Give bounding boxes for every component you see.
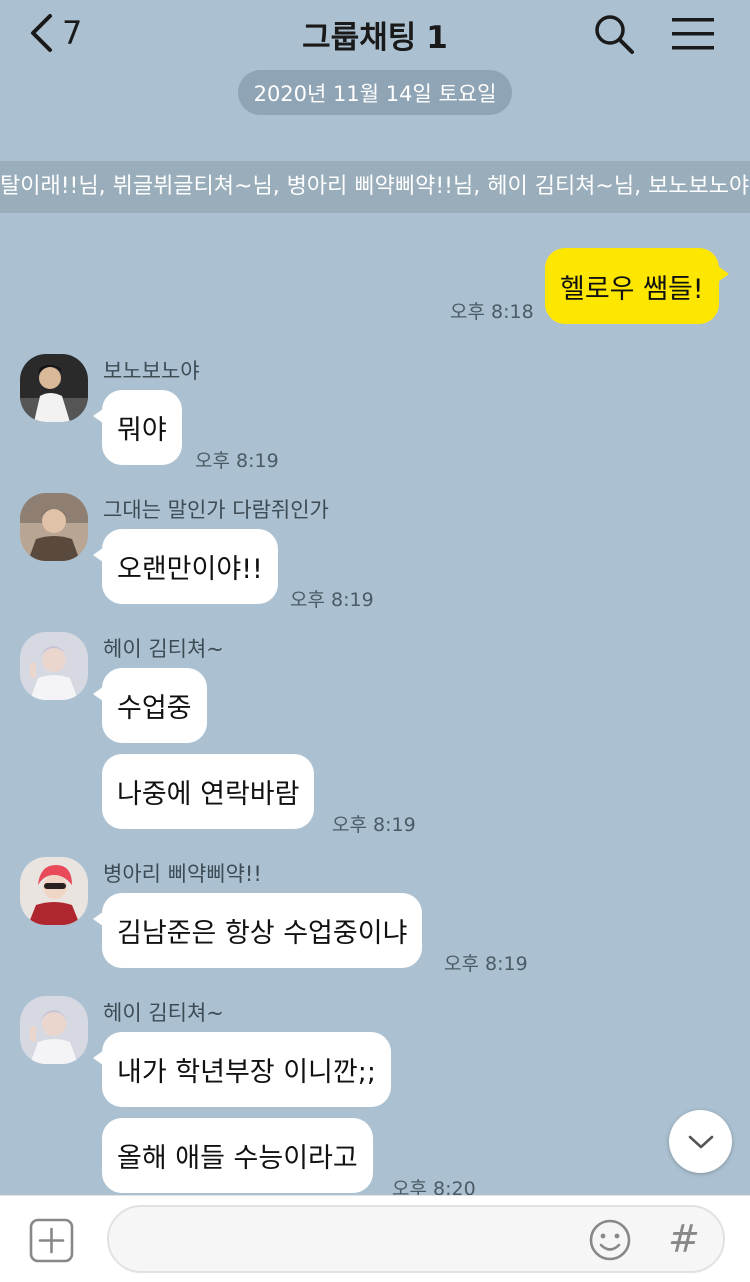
sender-name: 헤이 김티쳐~ bbox=[103, 1001, 224, 1025]
avatar[interactable] bbox=[20, 632, 88, 700]
message-bubble[interactable]: 뭐야 bbox=[93, 390, 182, 465]
chevron-down-icon bbox=[688, 1135, 713, 1148]
avatar[interactable] bbox=[20, 493, 88, 561]
my-message-bubble[interactable]: 헬로우 쌤들! bbox=[545, 248, 729, 324]
back-button[interactable]: 7 bbox=[28, 10, 98, 56]
unread-chats-count: 7 bbox=[62, 14, 83, 52]
chat-title: 그룹채팅 1 bbox=[0, 12, 750, 57]
message-input[interactable] bbox=[107, 1205, 725, 1273]
message-bubble[interactable]: 나중에 연락바람 bbox=[102, 754, 315, 829]
sender-name: 보노보노야 bbox=[103, 359, 200, 383]
message-time: 오후 8:19 bbox=[195, 450, 279, 472]
date-divider: 2020년 11월 14일 토요일 bbox=[238, 70, 512, 115]
smiley-icon[interactable] bbox=[588, 1218, 632, 1262]
invite-notice: 탈이래!!님, 뷔글뷔글티쳐~님, 병아리 삐약삐약!!님, 헤이 김티쳐~님,… bbox=[0, 161, 750, 213]
message-bubble[interactable]: 김남준은 항상 수업중이냐 bbox=[92, 893, 423, 968]
message-time: 오후 8:19 bbox=[332, 814, 416, 836]
hash-icon[interactable]: # bbox=[668, 1211, 704, 1267]
avatar[interactable] bbox=[20, 996, 88, 1064]
chat-header: 7 그룹채팅 1 bbox=[0, 0, 750, 66]
plus-square-icon[interactable] bbox=[29, 1218, 74, 1263]
sender-name: 그대는 말인가 다람쥐인가 bbox=[103, 498, 329, 522]
chat-title-text: 그룹채팅 bbox=[302, 20, 417, 56]
message-bubble[interactable]: 내가 학년부장 이니깐;; bbox=[93, 1032, 391, 1107]
scroll-to-bottom-button[interactable] bbox=[669, 1110, 732, 1173]
message-time: 오후 8:19 bbox=[290, 589, 374, 611]
message-time: 오후 8:18 bbox=[450, 301, 534, 323]
member-count: 1 bbox=[426, 20, 448, 56]
message-bubble[interactable]: 올해 애들 수능이라고 bbox=[102, 1118, 373, 1193]
sender-name: 병아리 삐약삐약!! bbox=[103, 862, 262, 886]
message-input-bar: # bbox=[0, 1195, 750, 1282]
message-bubble[interactable]: 수업중 bbox=[93, 668, 207, 743]
avatar[interactable] bbox=[20, 354, 88, 422]
chevron-left-icon bbox=[31, 14, 52, 52]
message-bubble[interactable]: 오랜만이야!! bbox=[93, 529, 278, 604]
hamburger-menu-icon[interactable] bbox=[670, 14, 716, 54]
invite-notice-text: 탈이래!!님, 뷔글뷔글티쳐~님, 병아리 삐약삐약!!님, 헤이 김티쳐~님,… bbox=[0, 174, 750, 199]
message-time: 오후 8:19 bbox=[444, 953, 528, 975]
search-icon[interactable] bbox=[592, 12, 636, 56]
avatar[interactable] bbox=[20, 857, 88, 925]
sender-name: 헤이 김티쳐~ bbox=[103, 637, 224, 661]
